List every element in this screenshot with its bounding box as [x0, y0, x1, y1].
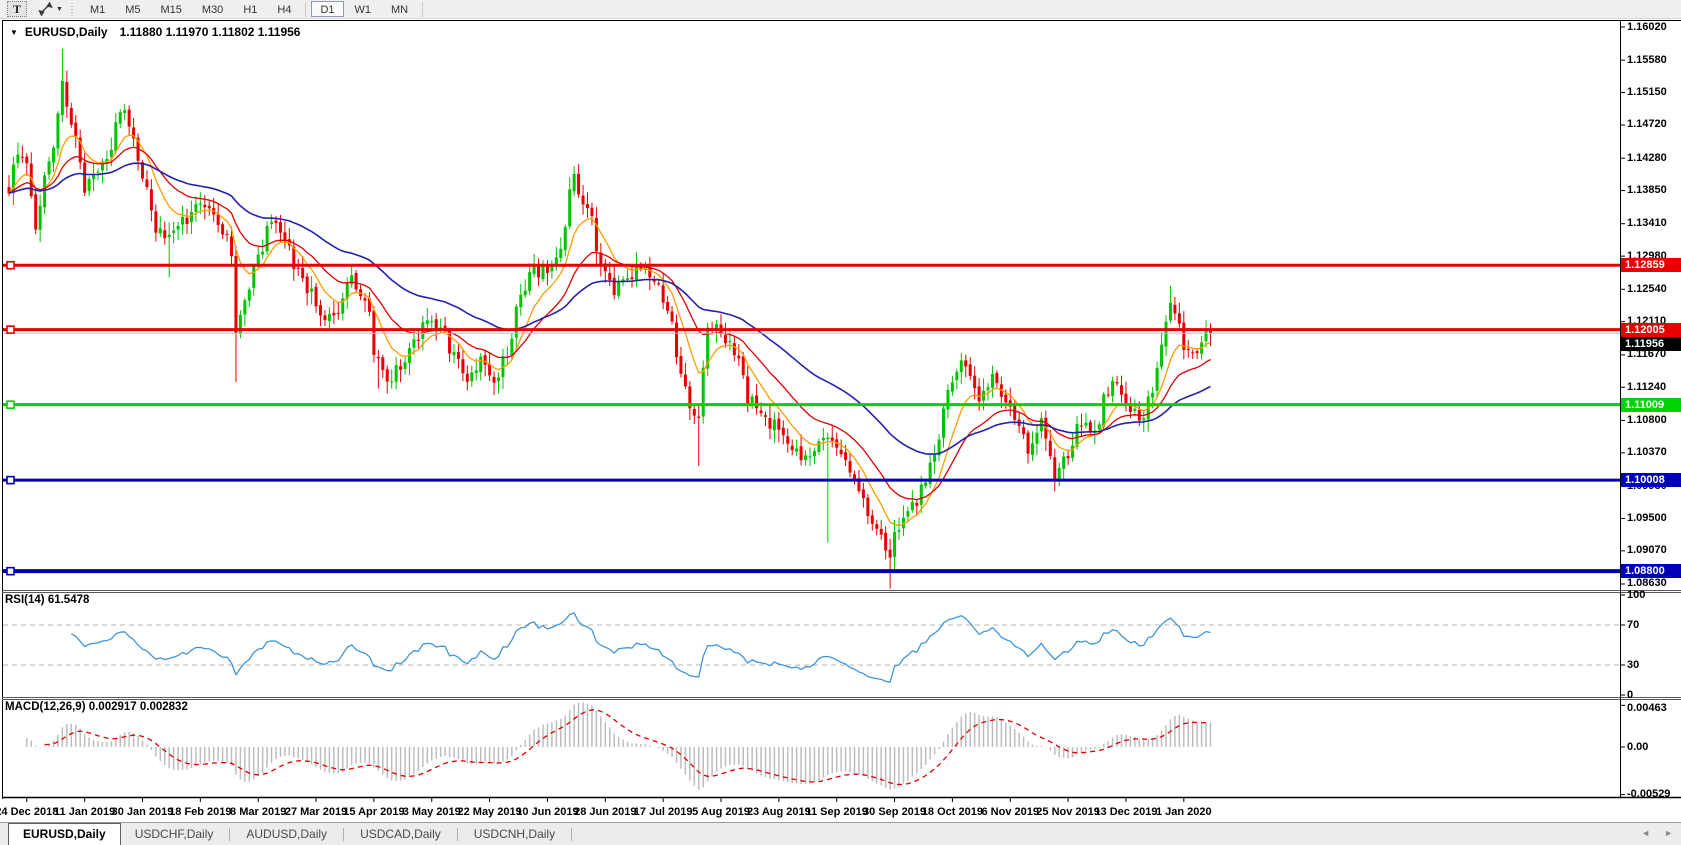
chart-tab-audusd[interactable]: AUDUSD,Daily	[232, 824, 341, 845]
chevron-down-icon[interactable]: ▼	[56, 6, 63, 13]
timeframe-button-m5[interactable]: M5	[116, 1, 149, 17]
tab-scroll-right-icon[interactable]: ►	[1664, 828, 1673, 838]
chart-tab-usdcad[interactable]: USDCAD,Daily	[346, 824, 455, 845]
macd-signal-line	[44, 709, 1211, 786]
text-tool-button[interactable]: T	[7, 1, 27, 17]
ma-mid-line	[8, 146, 1211, 501]
hline-anchor-0	[6, 260, 15, 270]
chart-tab-bar: EURUSD,Daily USDCHF,Daily AUDUSD,Daily USDC…	[0, 822, 1681, 845]
timeframe-button-w1[interactable]: W1	[346, 1, 381, 17]
timeframe-button-h1[interactable]: H1	[234, 1, 266, 17]
price-tick-label: 1.10800	[1627, 413, 1667, 426]
collapse-triangle-icon[interactable]: ▼	[10, 28, 18, 37]
price-tick-label: 1.12540	[1627, 282, 1667, 295]
timeframe-button-h4[interactable]: H4	[268, 1, 300, 17]
arrows-tool-button[interactable]: ▼	[38, 2, 63, 16]
rsi-tick-label: 100	[1627, 588, 1646, 601]
rsi-tick-label: 30	[1627, 658, 1640, 671]
tab-divider	[229, 828, 231, 841]
current-price-tag: 1.11956	[1621, 336, 1681, 351]
price-tick-label: 1.13850	[1627, 184, 1667, 197]
timeframe-button-mn[interactable]: MN	[382, 1, 417, 17]
axis-ticks	[26, 26, 1625, 802]
level-price-tag: 1.12005	[1621, 322, 1681, 337]
price-tick-label: 1.15580	[1627, 53, 1667, 66]
macd-tick-label: -0.00529	[1627, 788, 1671, 801]
price-tick-label: 1.16020	[1627, 20, 1667, 33]
macd-tick-label: 0.00	[1627, 740, 1649, 753]
price-chart-canvas[interactable]	[0, 20, 1681, 821]
level-price-tag: 1.12859	[1621, 258, 1681, 273]
chart-title: ▼ EURUSD,Daily 1.11880 1.11970 1.11802 1…	[10, 25, 300, 39]
tab-divider	[343, 828, 345, 841]
toolbar: T ▼ M1 M5 M15 M30 H1 H4 D1 W1 MN	[0, 0, 1681, 19]
price-tick-label: 1.10370	[1627, 446, 1667, 459]
level-price-tag: 1.08800	[1621, 564, 1681, 579]
hline-anchor-1	[6, 325, 15, 334]
tab-scroll-left-icon[interactable]: ◄	[1641, 828, 1650, 838]
timeframe-button-m30[interactable]: M30	[193, 1, 232, 17]
price-tick-label: 1.09500	[1627, 511, 1667, 524]
rsi-line	[70, 612, 1211, 683]
toolbar-grip	[70, 2, 74, 16]
ma-slow-line	[8, 162, 1211, 455]
price-tick-label: 1.11240	[1627, 380, 1667, 393]
macd-indicator-label: MACD(12,26,9) 0.002917 0.002832	[5, 701, 188, 713]
price-tick-label: 1.14720	[1627, 118, 1667, 131]
chart-tab-usdcnh[interactable]: USDCNH,Daily	[460, 824, 569, 845]
hline-anchor-3	[6, 475, 15, 485]
ohlc-values: 1.11880 1.11970 1.11802 1.11956	[119, 25, 301, 39]
level-price-tag: 1.10008	[1621, 473, 1681, 488]
date-label: 1 Jan 2020	[1155, 806, 1212, 818]
price-tick-label: 1.09070	[1627, 544, 1667, 557]
rsi-tick-label: 70	[1627, 618, 1640, 631]
price-tick-label: 1.14280	[1627, 151, 1667, 164]
chart-tab-usdchf[interactable]: USDCHF,Daily	[121, 824, 228, 845]
timeframe-buttons: M1 M5 M15 M30 H1 H4 D1 W1 MN	[80, 1, 427, 17]
hline-anchor-2	[6, 400, 15, 409]
rsi-indicator-label: RSI(14) 61.5478	[5, 594, 90, 606]
chart-tab-eurusd[interactable]: EURUSD,Daily	[8, 823, 121, 845]
price-tick-label: 1.13410	[1627, 217, 1667, 230]
tab-scrollers: ◄ ►	[1641, 828, 1673, 838]
symbol-period-label: EURUSD,Daily	[24, 25, 108, 39]
chart-window: ▼ EURUSD,Daily 1.11880 1.11970 1.11802 1…	[0, 20, 1681, 821]
rsi-tick-label: 0	[1627, 688, 1634, 701]
arrows-tool-icon	[38, 2, 53, 16]
tab-divider	[456, 828, 458, 841]
tab-divider	[571, 828, 573, 841]
timeframe-button-m15[interactable]: M15	[152, 1, 191, 17]
candlestick-series	[7, 48, 1212, 589]
macd-tick-label: 0.00463	[1627, 702, 1667, 714]
hline-anchor-4	[6, 566, 15, 576]
timeframe-button-d1[interactable]: D1	[311, 1, 344, 17]
timeframe-button-m1[interactable]: M1	[81, 1, 114, 17]
price-tick-label: 1.15150	[1627, 86, 1667, 99]
macd-histogram	[26, 702, 1212, 790]
mt4-window: T ▼ M1 M5 M15 M30 H1 H4 D1 W1 MN ▼ EURUS…	[0, 0, 1681, 845]
level-price-tag: 1.11009	[1621, 397, 1681, 412]
